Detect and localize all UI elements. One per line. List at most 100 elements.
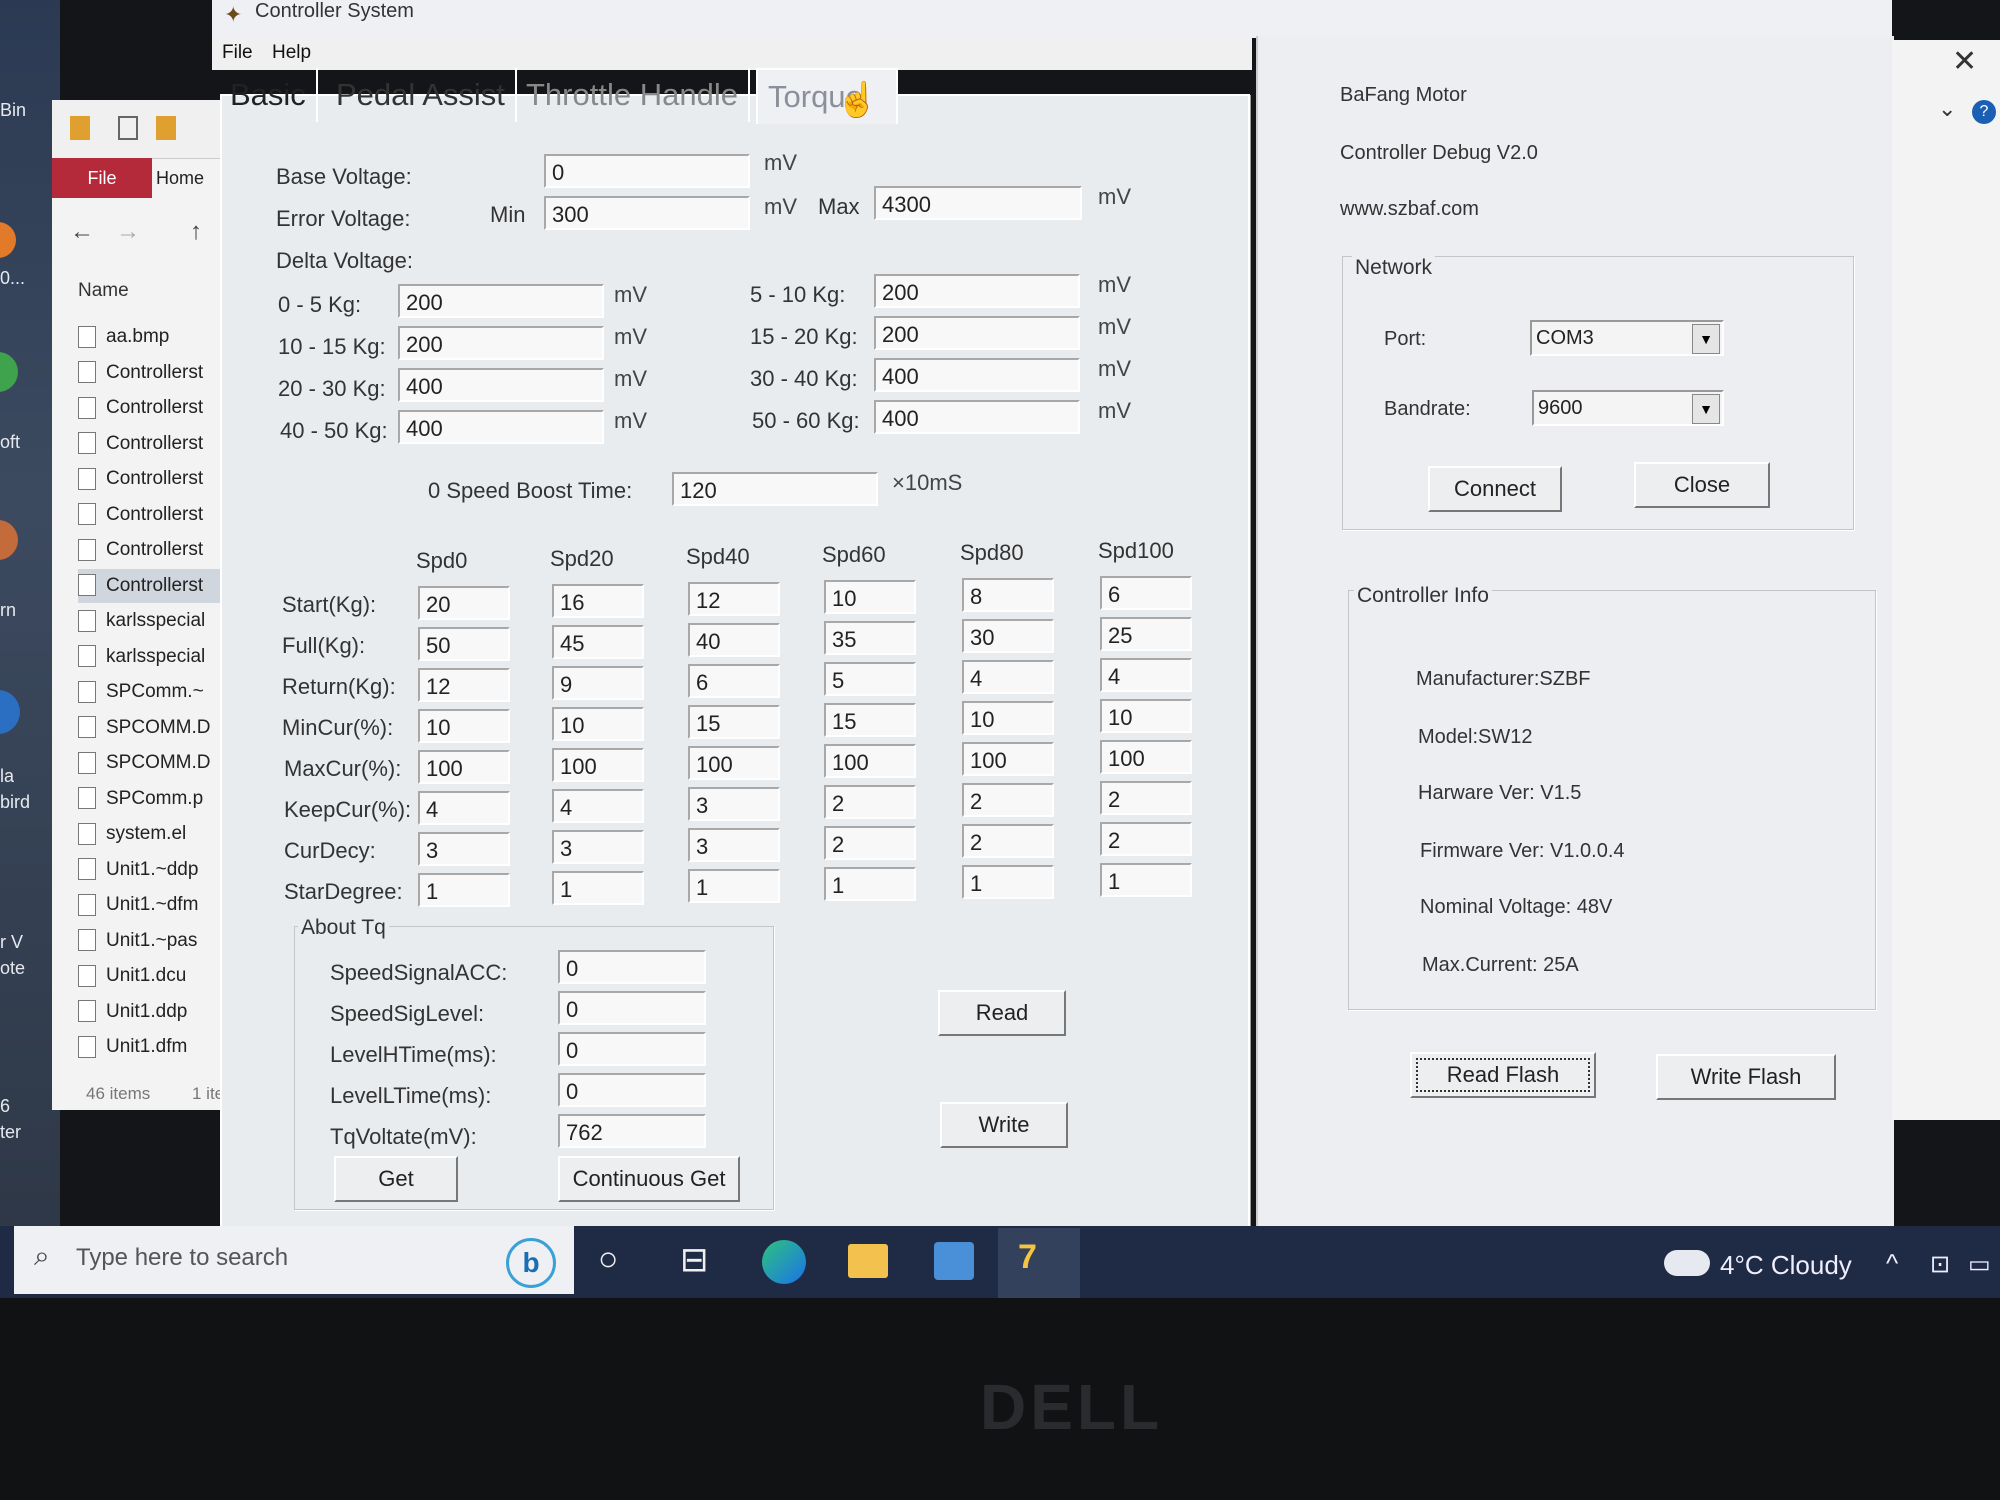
speed-table-cell[interactable]: 2 — [1100, 822, 1192, 856]
back-arrow-icon[interactable]: ← — [70, 218, 94, 246]
boost-time-input[interactable]: 120 — [672, 472, 878, 506]
base-voltage-input[interactable]: 0 — [544, 154, 750, 188]
about-tq-input[interactable]: 762 — [558, 1114, 706, 1148]
speed-table-cell[interactable]: 3 — [418, 832, 510, 866]
widgets-icon[interactable]: ⊟ — [680, 1240, 709, 1280]
folder-icon[interactable] — [70, 116, 90, 140]
baudrate-select[interactable]: 9600 ▼ — [1532, 390, 1724, 426]
port-select[interactable]: COM3 ▼ — [1530, 320, 1724, 356]
speed-table-cell[interactable]: 3 — [552, 830, 644, 864]
about-tq-input[interactable]: 0 — [558, 950, 706, 984]
speed-table-cell[interactable]: 8 — [962, 578, 1054, 612]
speed-table-cell[interactable]: 35 — [824, 621, 916, 655]
delta-voltage-input[interactable]: 200 — [874, 274, 1080, 308]
network-icon[interactable]: ⊡ — [1930, 1250, 1950, 1279]
delta-voltage-input[interactable]: 400 — [874, 400, 1080, 434]
delta-voltage-input[interactable]: 400 — [398, 410, 604, 444]
speed-table-cell[interactable]: 2 — [1100, 781, 1192, 815]
about-tq-input[interactable]: 0 — [558, 1073, 706, 1107]
speed-table-cell[interactable]: 4 — [418, 791, 510, 825]
speed-table-cell[interactable]: 1 — [962, 865, 1054, 899]
speed-table-cell[interactable]: 10 — [962, 701, 1054, 735]
speed-table-cell[interactable]: 45 — [552, 625, 644, 659]
speed-table-cell[interactable]: 2 — [824, 826, 916, 860]
delta-voltage-input[interactable]: 200 — [874, 316, 1080, 350]
read-button[interactable]: Read — [938, 990, 1066, 1036]
speed-table-cell[interactable]: 16 — [552, 584, 644, 618]
speed-table-cell[interactable]: 50 — [418, 627, 510, 661]
speed-table-cell[interactable]: 10 — [1100, 699, 1192, 733]
read-flash-button[interactable]: Read Flash — [1410, 1052, 1596, 1098]
speed-table-cell[interactable]: 20 — [418, 586, 510, 620]
chevron-down-icon[interactable]: ▼ — [1692, 324, 1720, 354]
write-flash-button[interactable]: Write Flash — [1656, 1054, 1836, 1100]
speed-table-cell[interactable]: 4 — [1100, 658, 1192, 692]
write-button[interactable]: Write — [940, 1102, 1068, 1148]
store-icon[interactable] — [934, 1242, 974, 1280]
task-view-circle-icon[interactable]: ○ — [598, 1240, 619, 1279]
menu-file[interactable]: File — [222, 42, 253, 64]
speed-table-cell[interactable]: 30 — [962, 619, 1054, 653]
checkbox-icon[interactable] — [118, 116, 138, 140]
speed-table-cell[interactable]: 10 — [552, 707, 644, 741]
continuous-get-button[interactable]: Continuous Get — [558, 1156, 740, 1202]
speed-table-cell[interactable]: 12 — [418, 668, 510, 702]
about-tq-input[interactable]: 0 — [558, 991, 706, 1025]
weather-text[interactable]: 4°C Cloudy — [1720, 1250, 1852, 1281]
speed-table-cell[interactable]: 25 — [1100, 617, 1192, 651]
delta-voltage-input[interactable]: 200 — [398, 284, 604, 318]
name-column-header[interactable]: Name — [78, 280, 129, 302]
speed-table-cell[interactable]: 6 — [1100, 576, 1192, 610]
speed-table-cell[interactable]: 5 — [824, 662, 916, 696]
close-button[interactable]: Close — [1634, 462, 1770, 508]
chevron-down-icon[interactable]: ▼ — [1692, 394, 1720, 424]
speed-table-cell[interactable]: 10 — [418, 709, 510, 743]
speed-table-cell[interactable]: 15 — [688, 705, 780, 739]
speed-table-cell[interactable]: 15 — [824, 703, 916, 737]
help-icon[interactable]: ? — [1972, 100, 1996, 124]
speed-table-cell[interactable]: 4 — [552, 789, 644, 823]
speed-table-cell[interactable]: 3 — [688, 787, 780, 821]
controller-title-bar[interactable] — [212, 0, 1892, 38]
edge-browser-icon[interactable] — [762, 1240, 806, 1284]
battery-icon[interactable]: ▭ — [1968, 1250, 1991, 1279]
connect-button[interactable]: Connect — [1428, 466, 1562, 512]
forward-arrow-icon[interactable]: → — [116, 218, 140, 246]
controller-app-icon[interactable]: 7 — [1018, 1238, 1037, 1277]
error-voltage-min-input[interactable]: 300 — [544, 196, 750, 230]
speed-table-cell[interactable]: 2 — [962, 824, 1054, 858]
chevron-down-icon[interactable]: ⌄ — [1938, 96, 1956, 122]
get-button[interactable]: Get — [334, 1156, 458, 1202]
speed-table-cell[interactable]: 10 — [824, 580, 916, 614]
tab-pedal-assist[interactable]: Pedal Assist — [326, 68, 517, 122]
up-arrow-icon[interactable]: ↑ — [190, 218, 202, 246]
speed-table-cell[interactable]: 1 — [824, 867, 916, 901]
speed-table-cell[interactable]: 2 — [962, 783, 1054, 817]
chevron-up-icon[interactable]: ^ — [1886, 1248, 1898, 1279]
error-voltage-max-input[interactable]: 4300 — [874, 186, 1082, 220]
speed-table-cell[interactable]: 100 — [1100, 740, 1192, 774]
speed-table-cell[interactable]: 6 — [688, 664, 780, 698]
delta-voltage-input[interactable]: 400 — [874, 358, 1080, 392]
tab-throttle-handle[interactable]: Throttle Handle — [516, 68, 750, 122]
speed-table-cell[interactable]: 40 — [688, 623, 780, 657]
delta-voltage-input[interactable]: 200 — [398, 326, 604, 360]
speed-table-cell[interactable]: 3 — [688, 828, 780, 862]
speed-table-cell[interactable]: 100 — [824, 744, 916, 778]
about-tq-input[interactable]: 0 — [558, 1032, 706, 1066]
close-icon[interactable]: ✕ — [1952, 44, 1977, 79]
speed-table-cell[interactable]: 1 — [418, 873, 510, 907]
speed-table-cell[interactable]: 1 — [688, 869, 780, 903]
speed-table-cell[interactable]: 100 — [688, 746, 780, 780]
speed-table-cell[interactable]: 100 — [552, 748, 644, 782]
new-folder-icon[interactable] — [156, 116, 176, 140]
speed-table-cell[interactable]: 1 — [552, 871, 644, 905]
speed-table-cell[interactable]: 4 — [962, 660, 1054, 694]
explorer-file-tab[interactable]: File — [52, 158, 152, 198]
delta-voltage-input[interactable]: 400 — [398, 368, 604, 402]
bing-icon[interactable]: b — [506, 1238, 556, 1288]
tab-basic[interactable]: Basic — [220, 68, 318, 122]
file-explorer-icon[interactable] — [848, 1244, 888, 1278]
menu-help[interactable]: Help — [272, 42, 311, 64]
speed-table-cell[interactable]: 12 — [688, 582, 780, 616]
